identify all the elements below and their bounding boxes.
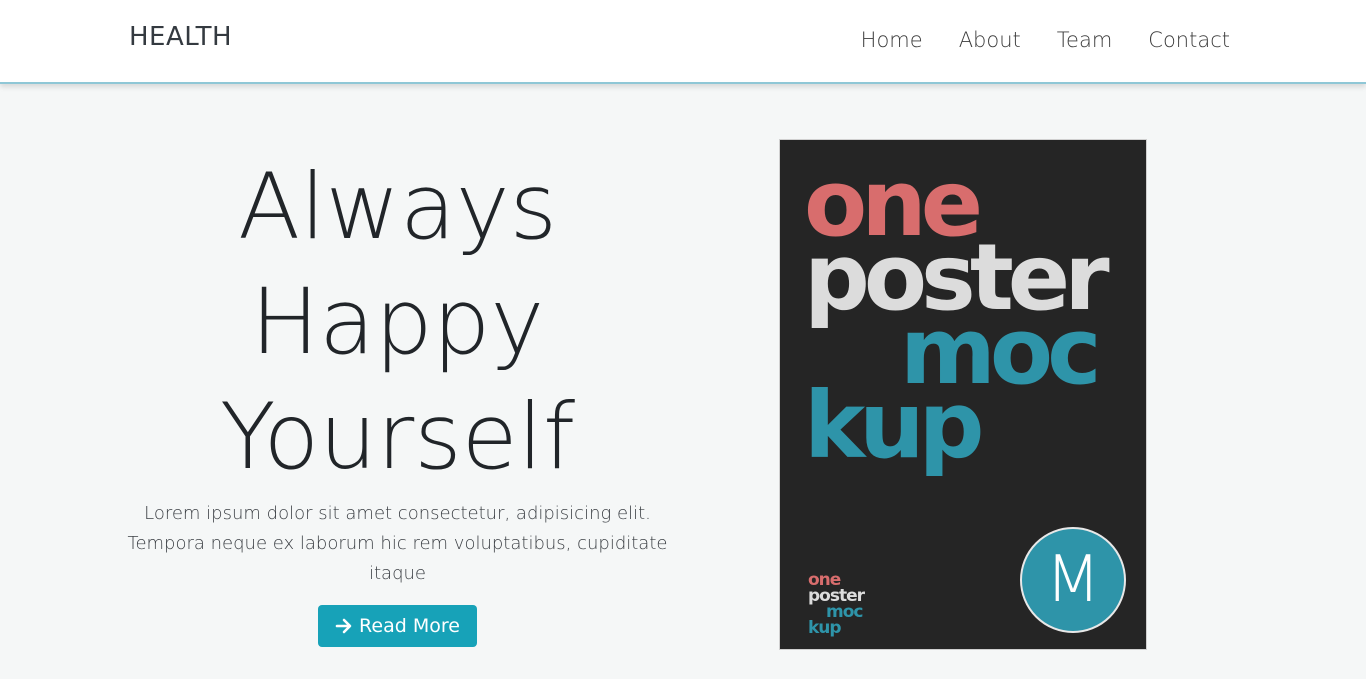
hero-title-line: Happy [250,270,545,375]
nav-link-contact[interactable]: Contact [1148,28,1230,52]
hero-section: Always Happy Yourself Lorem ipsum dolor … [110,150,685,647]
read-more-label: Read More [359,615,460,637]
nav-link-about[interactable]: About [959,28,1021,52]
hero-title: Always Happy Yourself [110,150,685,495]
top-navbar: HEALTH Home About Team Contact [0,0,1366,84]
hero-title-line: Always [238,155,557,260]
arrow-right-icon [335,617,353,635]
poster-mini-logo: one poster moc kup [808,572,865,638]
nav-link-home[interactable]: Home [861,28,923,52]
poster-word: kup [804,372,985,479]
poster-badge: M [1020,527,1126,633]
read-more-button[interactable]: Read More [318,605,477,647]
nav-link-team[interactable]: Team [1057,28,1113,52]
poster-mini-word: kup [808,618,842,638]
hero-description: Lorem ipsum dolor sit amet consectetur, … [127,503,668,584]
poster-mockup-image: one poster moc kup one poster moc kup M [779,139,1147,650]
nav-links: Home About Team Contact [861,28,1230,52]
brand-logo[interactable]: HEALTH [129,22,232,52]
hero-title-line: Yourself [220,385,575,490]
